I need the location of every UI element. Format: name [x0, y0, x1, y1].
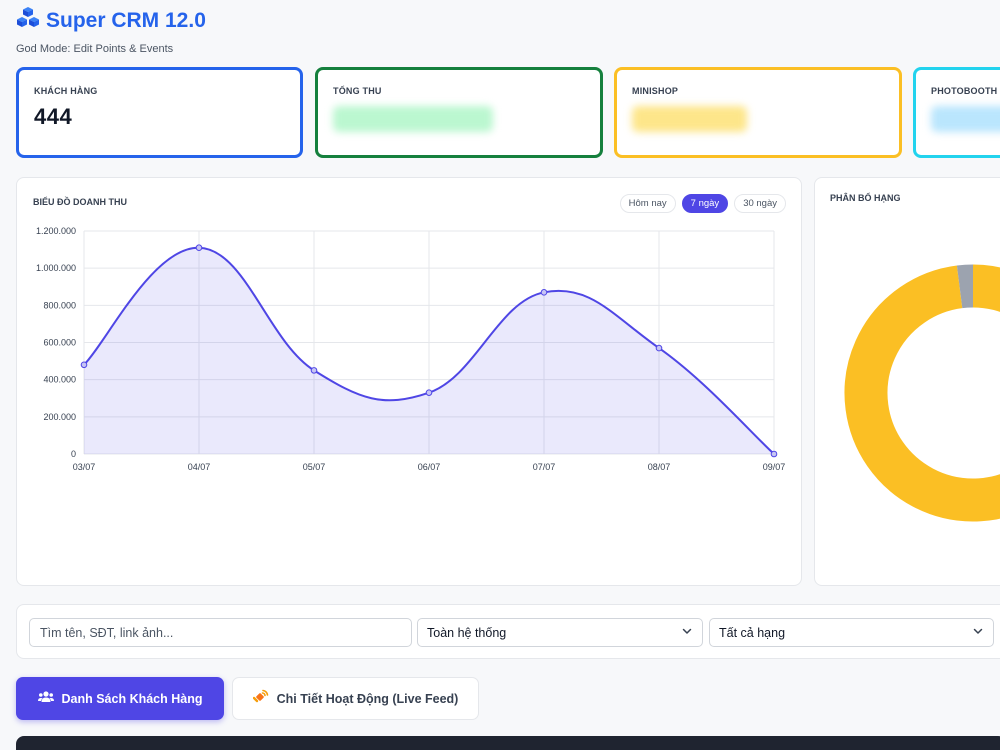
y-tick-label: 400.000 [43, 375, 76, 385]
y-tick-label: 1.200.000 [36, 226, 76, 236]
y-tick-label: 1.000.000 [36, 263, 76, 273]
x-tick-label: 04/07 [188, 462, 211, 472]
x-tick-label: 05/07 [303, 462, 326, 472]
live-feed-tab[interactable]: Chi Tiết Hoạt Động (Live Feed) [232, 677, 479, 720]
stat-label: TỔNG THU [333, 86, 382, 96]
app-title-text: Super CRM 12.0 [46, 9, 206, 32]
table-header-bar [16, 736, 1000, 750]
stat-card-photobooth: PHOTOBOOTH [913, 67, 1000, 158]
app-subtitle: God Mode: Edit Points & Events [16, 43, 174, 55]
y-tick-label: 200.000 [43, 412, 76, 422]
stat-value: 444 [34, 104, 73, 129]
satellite-icon [252, 689, 269, 708]
scope-select-value: Toàn hệ thống [427, 625, 507, 640]
live-feed-tab-label: Chi Tiết Hoạt Động (Live Feed) [276, 691, 459, 706]
stat-label: PHOTOBOOTH [931, 86, 998, 96]
cubes-icon [16, 6, 40, 36]
stat-label: MINISHOP [632, 86, 679, 96]
filter-bar: Toàn hệ thống Tất cả hạng [16, 604, 1000, 659]
data-point [655, 344, 663, 352]
scope-select[interactable]: Toàn hệ thống [417, 618, 703, 647]
customer-list-tab[interactable]: Danh Sách Khách Hàng [16, 677, 224, 720]
rank-select[interactable]: Tất cả hạng [709, 618, 994, 647]
chevron-down-icon [972, 625, 984, 640]
users-icon [37, 691, 54, 706]
blurred-value [931, 106, 1000, 132]
x-tick-label: 08/07 [648, 462, 671, 472]
app-title: Super CRM 12.0 [16, 6, 206, 36]
y-tick-label: 600.000 [43, 338, 76, 348]
rank-select-value: Tất cả hạng [719, 625, 786, 640]
revenue-line-chart: 0 200.000 400.000 600.000 800.000 1.000.000 1.… [36, 226, 786, 472]
chevron-down-icon [681, 625, 693, 640]
x-tick-label: 09/07 [763, 462, 786, 472]
data-point [195, 244, 203, 252]
app-header: Super CRM 12.0 God Mode: Edit Points & E… [16, 6, 206, 55]
donut-slice [956, 264, 974, 309]
stat-card-minishop: MINISHOP [614, 67, 902, 158]
data-point [80, 361, 88, 369]
stat-card-total-revenue: TỔNG THU [315, 67, 603, 158]
x-tick-label: 06/07 [418, 462, 441, 472]
blurred-value [333, 106, 493, 132]
rank-donut-chart [844, 264, 1000, 522]
stat-label: KHÁCH HÀNG [34, 86, 98, 96]
y-tick-label: 0 [71, 449, 76, 459]
search-input[interactable] [29, 618, 412, 647]
customer-list-tab-label: Danh Sách Khách Hàng [61, 691, 203, 706]
data-point [310, 367, 318, 374]
x-tick-label: 03/07 [73, 462, 96, 472]
stat-card-customers: KHÁCH HÀNG 444 [16, 67, 303, 158]
y-tick-label: 800.000 [43, 300, 76, 310]
data-point [425, 389, 433, 396]
data-point [540, 289, 548, 296]
rank-distribution-card: PHÂN BỔ HẠNG [814, 177, 1000, 586]
donut-slice [844, 264, 1000, 522]
x-tick-label: 07/07 [533, 462, 556, 472]
blurred-value [632, 106, 747, 132]
revenue-chart-card: BIỂU ĐỒ DOANH THU Hôm nay 7 ngày 30 ngày… [16, 177, 802, 586]
data-point [770, 450, 778, 458]
